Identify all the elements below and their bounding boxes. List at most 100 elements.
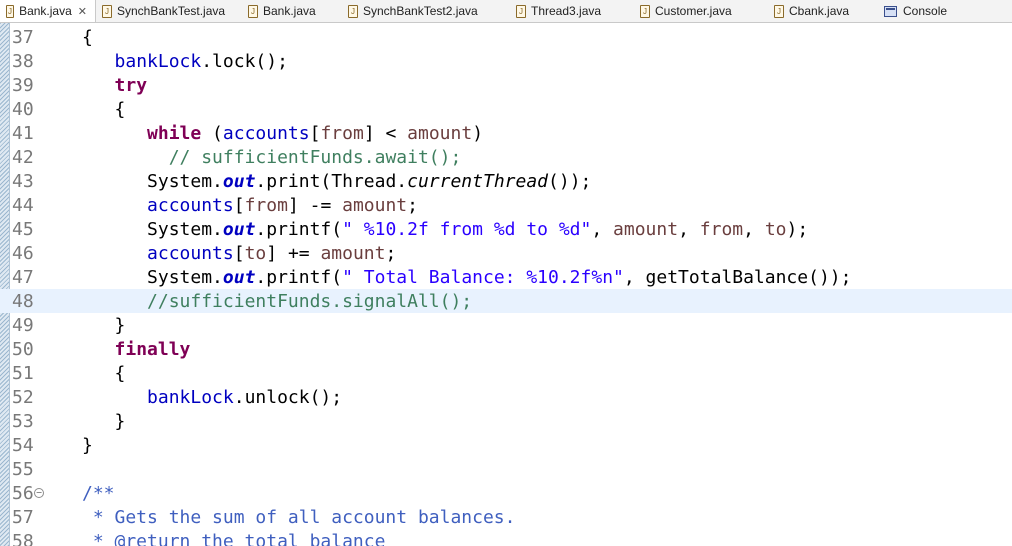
code-token: System. xyxy=(147,170,223,192)
tab-label: Customer.java xyxy=(655,4,732,18)
code-token: out xyxy=(222,170,256,192)
code-token: , xyxy=(743,218,765,240)
tab-thread3-java[interactable]: J Thread3.java xyxy=(510,0,634,22)
line-number: 54 xyxy=(12,434,34,456)
code-line[interactable]: 46 accounts[to] += amount; xyxy=(0,241,1012,265)
code-line[interactable]: 40 { xyxy=(0,97,1012,121)
tab-cbank-java[interactable]: J Cbank.java xyxy=(768,0,878,22)
line-number: 38 xyxy=(12,50,34,72)
code-editor[interactable]: 37 {38 bankLock.lock(); 39 try 40 {41 while… xyxy=(0,23,1012,546)
code-line[interactable]: 47 System.out.printf(" Total Balance: %1… xyxy=(0,265,1012,289)
line-number: 57 xyxy=(12,506,34,528)
code-token: , getTotalBalance()); xyxy=(623,266,852,288)
editor-tab-bar: J Bank.java ✕ J SynchBankTest.java J Bank.java… xyxy=(0,0,1012,23)
code-lines: 37 {38 bankLock.lock(); 39 try 40 {41 while… xyxy=(0,25,1012,546)
code-token: amount xyxy=(342,194,408,216)
tab-console[interactable]: Console xyxy=(878,0,974,22)
tab-bank-java[interactable]: J Bank.java ✕ xyxy=(0,0,96,22)
code-token: * Gets the sum of all account balances. xyxy=(82,506,516,528)
code-line[interactable]: 39 try xyxy=(0,73,1012,97)
code-token: System. xyxy=(147,218,223,240)
code-token: finally xyxy=(114,338,191,360)
code-line[interactable]: 38 bankLock.lock(); xyxy=(0,49,1012,73)
code-text: // sufficientFunds.await(); xyxy=(82,147,462,168)
line-number: 41 xyxy=(12,122,34,144)
code-line[interactable]: 48 //sufficientFunds.signalAll(); xyxy=(0,289,1012,313)
code-token: .unlock(); xyxy=(233,386,343,408)
code-line[interactable]: 57 * Gets the sum of all account balance… xyxy=(0,505,1012,529)
code-line[interactable]: 54} xyxy=(0,433,1012,457)
code-text: { xyxy=(82,363,126,384)
code-text: } xyxy=(82,435,93,456)
code-line[interactable]: 41 while (accounts[from] < amount) xyxy=(0,121,1012,145)
code-text: accounts[to] += amount; xyxy=(82,243,396,264)
code-text: while (accounts[from] < amount) xyxy=(82,123,483,144)
code-token: .print(Thread. xyxy=(255,170,408,192)
code-text: //sufficientFunds.signalAll(); xyxy=(82,291,472,312)
code-text: System.out.printf(" %10.2f from %d to %d… xyxy=(82,219,808,240)
code-token: from xyxy=(320,122,364,144)
eclipse-editor-window: J Bank.java ✕ J SynchBankTest.java J Bank.java… xyxy=(0,0,1012,546)
code-token: /** xyxy=(82,482,115,504)
code-text: { xyxy=(82,98,126,120)
code-token: * @return the total balance xyxy=(82,530,386,546)
tab-bank-java[interactable]: J Bank.java xyxy=(242,0,342,22)
code-token: ( xyxy=(201,122,223,144)
tab-customer-java[interactable]: J Customer.java xyxy=(634,0,768,22)
code-token: while xyxy=(147,122,202,144)
line-number: 37 xyxy=(12,26,34,48)
line-number: 40 xyxy=(12,98,34,120)
code-token: { xyxy=(114,98,126,120)
code-token: { xyxy=(82,26,93,48)
code-token: from xyxy=(699,218,744,240)
java-file-icon: J xyxy=(516,4,526,18)
code-token: } xyxy=(82,434,93,456)
code-token: } xyxy=(114,410,126,432)
line-number: 50 xyxy=(12,338,34,360)
code-token: , xyxy=(591,218,614,240)
close-icon[interactable]: ✕ xyxy=(78,5,87,18)
code-line[interactable]: 56−/** xyxy=(0,481,1012,505)
code-token: from xyxy=(244,194,288,216)
code-line[interactable]: 55 xyxy=(0,457,1012,481)
java-file-icon: J xyxy=(640,4,650,18)
code-token: //sufficientFunds.signalAll(); xyxy=(147,290,473,312)
code-line[interactable]: 37 { xyxy=(0,25,1012,49)
line-number: 46 xyxy=(12,242,34,264)
line-number: 45 xyxy=(12,218,34,240)
java-file-icon: J xyxy=(348,4,358,18)
code-token: System. xyxy=(147,266,223,288)
line-number: 43 xyxy=(12,170,34,192)
code-line[interactable]: 49 } xyxy=(0,313,1012,337)
tab-label: SynchBankTest2.java xyxy=(363,4,478,18)
code-token: } xyxy=(114,314,126,336)
code-token: , xyxy=(678,218,700,240)
code-text: /** xyxy=(82,483,115,504)
code-line[interactable]: 58 * @return the total balance xyxy=(0,529,1012,546)
code-line[interactable]: 42 // sufficientFunds.await(); xyxy=(0,145,1012,169)
code-line[interactable]: 53 } xyxy=(0,409,1012,433)
tab-synchbanktest-java[interactable]: J SynchBankTest.java xyxy=(96,0,242,22)
code-line[interactable]: 45 System.out.printf(" %10.2f from %d to… xyxy=(0,217,1012,241)
line-number: 52 xyxy=(12,386,34,408)
code-token: bankLock xyxy=(147,386,234,408)
code-line[interactable]: 51 { xyxy=(0,361,1012,385)
code-token: ] -= xyxy=(287,194,343,216)
code-text: * Gets the sum of all account balances. xyxy=(82,506,516,528)
code-line[interactable]: 44 accounts[from] -= amount; xyxy=(0,193,1012,217)
code-line[interactable]: 52 bankLock.unlock(); xyxy=(0,385,1012,409)
line-number: 47 xyxy=(12,266,34,288)
tab-synchbanktest2-java[interactable]: J SynchBankTest2.java xyxy=(342,0,510,22)
code-text: * @return the total balance xyxy=(82,530,386,546)
code-token: ] += xyxy=(266,242,321,264)
fold-toggle-icon[interactable]: − xyxy=(34,488,44,498)
tab-label: Bank.java xyxy=(263,4,316,18)
code-line[interactable]: 43 System.out.print(Thread.currentThread… xyxy=(0,169,1012,193)
line-number: 39 xyxy=(12,74,34,96)
code-line[interactable]: 50 finally xyxy=(0,337,1012,361)
